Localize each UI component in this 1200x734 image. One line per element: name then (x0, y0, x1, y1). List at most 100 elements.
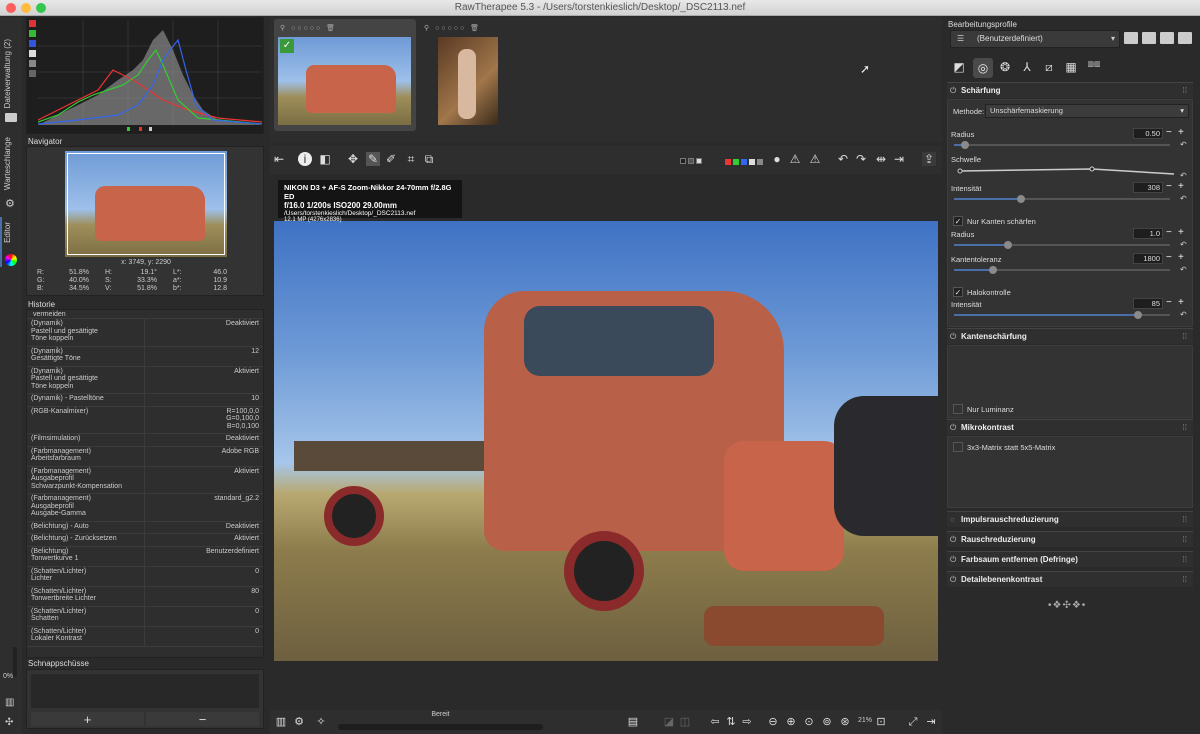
thumbnail-selected[interactable]: ⚲ ○○○○○ 🗑 ✓ (274, 19, 416, 131)
history-row[interactable]: (Filmsimulation) Deaktiviert (27, 434, 263, 447)
thumbnail-image-portrait[interactable] (438, 37, 498, 125)
before-after-icon[interactable]: ◧ (318, 152, 332, 166)
amount-value-input[interactable]: 308 (1133, 182, 1163, 193)
previous-image-icon[interactable]: ⇦ (708, 715, 722, 729)
luminance-only-checkbox[interactable] (953, 404, 963, 414)
preview-bg-dark[interactable] (680, 158, 686, 164)
grip-icon[interactable]: ⁞⁞ (1183, 420, 1187, 436)
section-sharpening-header[interactable]: ⏻ Schärfung ⁞⁞ (947, 82, 1193, 98)
tab-raw-icon[interactable]: ▦ (1063, 60, 1079, 76)
tab-wavelet-icon[interactable]: ⅄ (1019, 60, 1035, 76)
export-icon[interactable]: ⇪ (922, 152, 936, 166)
halo-amount-increment-button[interactable]: + (1178, 298, 1184, 308)
preview-luminance[interactable] (749, 159, 755, 165)
zoom-in-icon[interactable]: ⊕ (784, 715, 798, 729)
section-collapsed-header[interactable]: ⏻ Rauschreduzierung ⁞⁞ (947, 531, 1193, 547)
amount-slider[interactable] (954, 195, 1170, 203)
reset-threshold-icon[interactable]: ↶ (1180, 171, 1187, 180)
grip-icon[interactable]: ⁞⁞ (1183, 532, 1187, 548)
green-channel-toggle[interactable] (29, 30, 36, 37)
amount-increment-button[interactable]: + (1178, 182, 1184, 192)
navigator-view-frame[interactable] (67, 153, 225, 255)
tab-editor[interactable]: Editor (3, 222, 12, 243)
edge-radius-decrement-button[interactable]: − (1166, 228, 1172, 238)
radius-reset-icon[interactable]: ↶ (1180, 140, 1187, 149)
power-icon[interactable]: ⏻ (950, 572, 956, 588)
copy-profile-button-icon[interactable] (1160, 32, 1174, 44)
threshold-curve-slider[interactable] (956, 164, 1178, 178)
red-channel-toggle[interactable] (29, 20, 36, 27)
history-row[interactable]: (Schatten/Lichter) Lichter 0 (27, 566, 263, 587)
thumb-rank-stars[interactable]: ⚲ ○○○○○ 🗑 (280, 24, 337, 32)
edge-radius-increment-button[interactable]: + (1178, 228, 1184, 238)
luminance-channel-toggle[interactable] (29, 50, 36, 57)
paste-profile-button-icon[interactable] (1178, 32, 1192, 44)
hide-right-panel-icon[interactable]: ⇥ (924, 715, 938, 729)
history-row[interactable]: (Belichtung) - Zurücksetzen Aktiviert (27, 534, 263, 547)
flip-vertical-icon[interactable]: ⇥ (892, 152, 906, 166)
halo-amount-slider-knob[interactable] (1133, 311, 1142, 319)
zoom-100-icon[interactable]: ⊙ (802, 715, 816, 729)
radius-slider[interactable] (954, 141, 1170, 149)
history-row[interactable]: (Schatten/Lichter) Schatten 0 (27, 606, 263, 627)
save-profile-icon[interactable] (1142, 32, 1156, 44)
focus-mask-icon[interactable]: ● (770, 152, 784, 166)
halo-amount-value-input[interactable]: 85 (1133, 298, 1163, 309)
preview-red[interactable] (725, 159, 731, 165)
copy-profile-icon[interactable]: ◪ (662, 715, 676, 729)
method-dropdown[interactable]: Unschärfemaskierung ▾ (985, 104, 1189, 118)
section-collapsed-header[interactable]: ⏻ Farbsaum entfernen (Defringe) ⁞⁞ (947, 551, 1193, 567)
zoom-fit-crop-icon[interactable]: ⊛ (838, 715, 852, 729)
histogram-matching-icon[interactable]: ▤ (626, 715, 640, 729)
close-window-button[interactable] (6, 3, 16, 13)
history-row[interactable]: (Schatten/Lichter) Lokaler Kontrast 0 (27, 626, 263, 647)
halo-amount-reset-icon[interactable]: ↶ (1180, 310, 1187, 319)
book-icon[interactable]: ▥ (5, 697, 14, 708)
main-image[interactable] (274, 221, 938, 661)
remove-snapshot-button[interactable]: − (146, 712, 259, 727)
raw-histogram-toggle[interactable] (29, 70, 36, 77)
minimize-window-button[interactable] (21, 3, 31, 13)
history-row[interactable]: (Dynamik) Gesättigte Töne 12 (27, 346, 263, 367)
edge-radius-slider-knob[interactable] (1004, 241, 1012, 249)
zoom-window-button[interactable] (36, 3, 46, 13)
power-icon[interactable]: ⏻ (950, 83, 956, 99)
hand-tool-icon[interactable]: ✥ (346, 152, 360, 166)
edge-tolerance-increment-button[interactable]: + (1178, 253, 1184, 263)
amount-reset-icon[interactable]: ↶ (1180, 194, 1187, 203)
highlight-clipping-icon[interactable]: ⚠ (808, 152, 822, 166)
section-collapsed-header[interactable]: ○ Impulsrauschreduzierung ⁞⁞ (947, 511, 1193, 527)
history-row[interactable]: (RGB-Kanalmixer) R=100,0,0 G=0,100,0 B=0,… (27, 406, 263, 434)
tab-transform-icon[interactable]: ⧄ (1041, 60, 1057, 76)
power-icon[interactable]: ⏻ (950, 420, 956, 436)
tab-metadata-icon[interactable]: ▥▥ (1085, 60, 1103, 76)
history-row[interactable]: (Belichtung) Tonwertkurve 1 Benutzerdefin… (27, 546, 263, 567)
gear-icon[interactable]: ⚙ (5, 197, 15, 210)
hide-left-panel-icon[interactable]: ⇤ (272, 152, 286, 166)
grip-icon[interactable]: ⁞⁞ (1183, 572, 1187, 588)
open-profile-icon[interactable] (1124, 32, 1138, 44)
next-image-icon[interactable]: ⇨ (740, 715, 754, 729)
preview-green[interactable] (733, 159, 739, 165)
info-icon[interactable]: i (298, 152, 312, 166)
move-icon[interactable]: ✣ (5, 717, 13, 728)
history-row[interactable]: (Farbmanagement) Arbeitsfarbraum Adobe RG… (27, 446, 263, 467)
flip-horizontal-icon[interactable]: ⇹ (874, 152, 888, 166)
tab-exposure-icon[interactable]: ◩ (951, 60, 967, 76)
transform-icon[interactable]: ⧉ (422, 152, 436, 166)
edges-only-checkbox[interactable]: ✓ (953, 216, 963, 226)
amount-slider-knob[interactable] (1016, 195, 1025, 203)
radius-decrement-button[interactable]: − (1166, 128, 1172, 138)
edge-tolerance-slider-knob[interactable] (988, 266, 997, 274)
history-row[interactable]: (Dynamik) Pastell und gesättigte Töne ko… (27, 319, 263, 347)
gear-icon[interactable]: ⚙ (292, 715, 306, 729)
tab-color-icon[interactable]: ❂ (997, 60, 1013, 76)
chroma-channel-toggle[interactable] (29, 60, 36, 67)
radius-increment-button[interactable]: + (1178, 128, 1184, 138)
edge-tolerance-decrement-button[interactable]: − (1166, 253, 1172, 263)
folder-icon[interactable] (5, 113, 17, 122)
edge-radius-value-input[interactable]: 1.0 (1133, 228, 1163, 239)
paste-profile-icon[interactable]: ◫ (678, 715, 692, 729)
history-row[interactable]: (Farbmanagement) Ausgabeprofil Ausgabe-G… (27, 494, 263, 522)
tab-detail-icon[interactable]: ◎ (973, 58, 993, 78)
